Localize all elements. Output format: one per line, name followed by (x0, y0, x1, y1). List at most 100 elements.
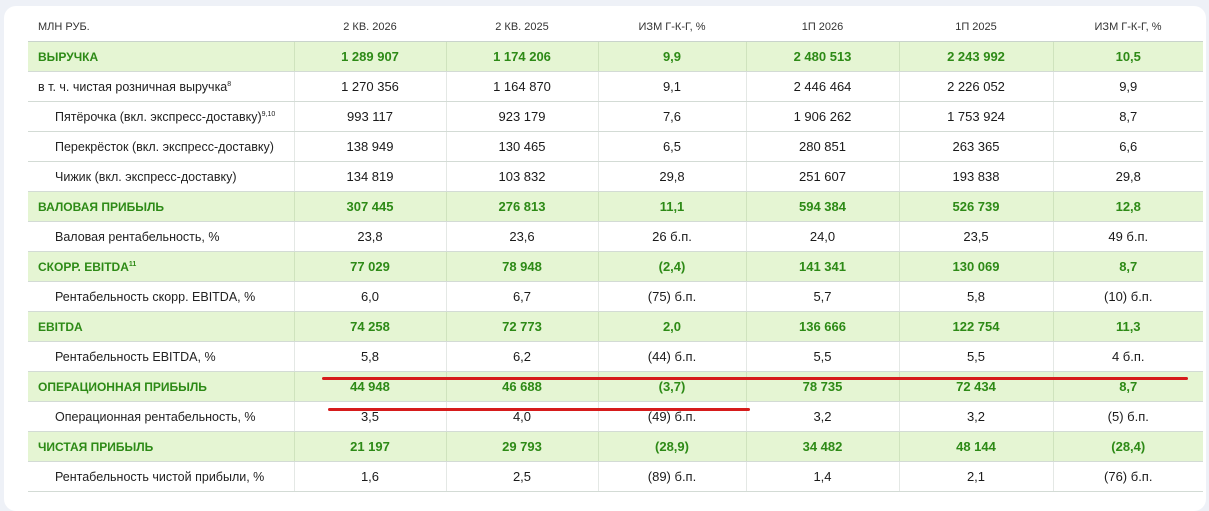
table-cell: 1,6 (294, 461, 447, 492)
table-cell: 2 480 513 (746, 41, 900, 72)
table-cell: (3,7) (598, 371, 747, 402)
row-label-text: Рентабельность чистой прибыли, % (55, 469, 265, 484)
row-label-text: ЧИСТАЯ ПРИБЫЛЬ (38, 439, 154, 454)
table-cell: 993 117 (294, 101, 447, 132)
header-cell: 1П 2026 (746, 12, 899, 42)
row-label: ЧИСТАЯ ПРИБЫЛЬ (28, 431, 295, 462)
table-cell: 130 465 (446, 131, 599, 162)
header-cell: ИЗМ Г-К-Г, % (598, 12, 746, 42)
table-cell: 11,1 (598, 191, 747, 222)
row-label: Пятёрочка (вкл. экспресс-доставку)9,10 (28, 101, 295, 132)
table-cell: 49 б.п. (1053, 221, 1203, 252)
table-cell: (44) б.п. (598, 341, 747, 372)
table-cell: 3,5 (294, 401, 447, 432)
row-label: Рентабельность EBITDA, % (28, 341, 295, 372)
table-cell: 923 179 (446, 101, 599, 132)
table-cell: 276 813 (446, 191, 599, 222)
underline-annotation-long (322, 377, 1188, 380)
table-cell: 3,2 (899, 401, 1054, 432)
table-cell: 5,5 (746, 341, 900, 372)
table-cell: 21 197 (294, 431, 447, 462)
table-row: ВАЛОВАЯ ПРИБЫЛЬ 307 445 276 813 11,1 594… (28, 191, 1203, 222)
table-cell: (49) б.п. (598, 401, 747, 432)
table-cell: 594 384 (746, 191, 900, 222)
table-cell: 4,0 (446, 401, 599, 432)
table-cell: (89) б.п. (598, 461, 747, 492)
table-cell: 6,5 (598, 131, 747, 162)
table-cell: 8,7 (1053, 101, 1203, 132)
table-cell: 2 243 992 (899, 41, 1054, 72)
table-cell: (75) б.п. (598, 281, 747, 312)
table-row: Валовая рентабельность, % 23,8 23,6 26 б… (28, 221, 1203, 252)
table-row: ЧИСТАЯ ПРИБЫЛЬ 21 197 29 793 (28,9) 34 4… (28, 431, 1203, 462)
table-cell: 9,9 (598, 41, 747, 72)
row-label: ОПЕРАЦИОННАЯ ПРИБЫЛЬ (28, 371, 295, 402)
row-label-text: Пятёрочка (вкл. экспресс-доставку) (55, 109, 262, 124)
table-cell: (28,4) (1053, 431, 1203, 462)
table-cell: 251 607 (746, 161, 900, 192)
table-cell: 74 258 (294, 311, 447, 342)
table-cell: 263 365 (899, 131, 1054, 162)
table-cell: 5,8 (294, 341, 447, 372)
footnote-marker: 8 (227, 80, 232, 88)
table-cell: 1 270 356 (294, 71, 447, 102)
table-cell: 1 164 870 (446, 71, 599, 102)
row-label-text: Чижик (вкл. экспресс-доставку) (55, 169, 237, 184)
table-cell: 193 838 (899, 161, 1054, 192)
row-label: СКОРР. EBITDA11 (28, 251, 295, 282)
row-label-text: Рентабельность скорр. EBITDA, % (55, 289, 256, 304)
table-cell: 6,2 (446, 341, 599, 372)
table-cell: 7,6 (598, 101, 747, 132)
table-row: Рентабельность чистой прибыли, % 1,6 2,5… (28, 461, 1203, 492)
table-cell: 122 754 (899, 311, 1054, 342)
row-label-text: Перекрёсток (вкл. экспресс-доставку) (55, 139, 274, 154)
table-cell: 4 б.п. (1053, 341, 1203, 372)
row-label: Валовая рентабельность, % (28, 221, 295, 252)
table-cell: (5) б.п. (1053, 401, 1203, 432)
table-cell: 78 735 (746, 371, 900, 402)
row-label-text: EBITDA (38, 319, 83, 334)
table-cell: 8,7 (1053, 251, 1203, 282)
table-cell: 138 949 (294, 131, 447, 162)
table-row: ВЫРУЧКА 1 289 907 1 174 206 9,9 2 480 51… (28, 41, 1203, 72)
table-cell: 12,8 (1053, 191, 1203, 222)
row-label-text: ОПЕРАЦИОННАЯ ПРИБЫЛЬ (38, 379, 207, 394)
table-cell: 46 688 (446, 371, 599, 402)
table-cell: 78 948 (446, 251, 599, 282)
table-cell: 9,9 (1053, 71, 1203, 102)
table-cell: 2,0 (598, 311, 747, 342)
table-row: ОПЕРАЦИОННАЯ ПРИБЫЛЬ 44 948 46 688 (3,7)… (28, 371, 1203, 402)
row-label-text: Рентабельность EBITDA, % (55, 349, 216, 364)
table-cell: 77 029 (294, 251, 447, 282)
row-label: Рентабельность скорр. EBITDA, % (28, 281, 295, 312)
table-cell: 29,8 (1053, 161, 1203, 192)
table-cell: (2,4) (598, 251, 747, 282)
table-cell: 2,1 (899, 461, 1054, 492)
table-row: EBITDA 74 258 72 773 2,0 136 666 122 754… (28, 311, 1203, 342)
table-cell: 1,4 (746, 461, 900, 492)
table-row: Операционная рентабельность, % 3,5 4,0 (… (28, 401, 1203, 432)
table-row: Рентабельность EBITDA, % 5,8 6,2 (44) б.… (28, 341, 1203, 372)
table-cell: 6,7 (446, 281, 599, 312)
table-cell: 72 434 (899, 371, 1054, 402)
header-cell: МЛН РУБ. (28, 12, 294, 42)
table-cell: 9,1 (598, 71, 747, 102)
row-label-text: Операционная рентабельность, % (55, 409, 256, 424)
table-cell: 1 174 206 (446, 41, 599, 72)
table-cell: 24,0 (746, 221, 900, 252)
footnote-marker: 11 (128, 260, 137, 268)
row-label: Чижик (вкл. экспресс-доставку) (28, 161, 295, 192)
table-cell: 5,5 (899, 341, 1054, 372)
table-cell: 134 819 (294, 161, 447, 192)
row-label-text: СКОРР. EBITDA (38, 259, 129, 274)
footnote-marker: 9,10 (261, 110, 276, 118)
underline-annotation-short (328, 408, 750, 411)
table-cell: 23,6 (446, 221, 599, 252)
table-cell: 130 069 (899, 251, 1054, 282)
row-label: в т. ч. чистая розничная выручка8 (28, 71, 295, 102)
row-label-text: в т. ч. чистая розничная выручка (38, 79, 228, 94)
table-cell: 44 948 (294, 371, 447, 402)
table-cell: 307 445 (294, 191, 447, 222)
table-row: СКОРР. EBITDA11 77 029 78 948 (2,4) 141 … (28, 251, 1203, 282)
table-cell: (76) б.п. (1053, 461, 1203, 492)
